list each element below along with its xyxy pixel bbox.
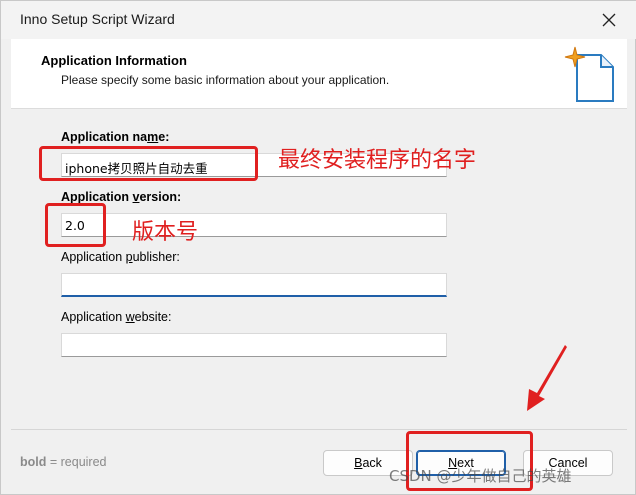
name-annotation-box [39,146,258,181]
version-annotation-box [45,203,106,247]
application-website-label: Application website: [61,310,172,324]
application-publisher-input[interactable] [61,273,447,297]
name-annotation-text: 最终安装程序的名字 [278,148,477,173]
application-website-input[interactable] [61,333,447,357]
version-annotation-text: 版本号 [132,220,199,245]
page-subtitle: Please specify some basic information ab… [61,73,390,87]
application-publisher-label: Application publisher: [61,250,180,264]
application-name-label: Application name: [61,130,170,144]
window-title: Inno Setup Script Wizard [20,11,175,27]
application-version-label: Application version: [61,190,182,204]
title-bar: Inno Setup Script Wizard [1,1,636,39]
required-hint: bold = required [20,455,107,469]
page-title: Application Information [41,53,187,68]
close-icon [602,13,616,27]
annotation-arrow-icon [527,345,567,411]
wizard-document-icon [564,46,614,102]
application-version-input[interactable]: 2.0 [61,213,447,237]
watermark: CSDN @少年做自己的英雄 [389,467,572,485]
close-button[interactable] [591,5,627,35]
wizard-header: Application Information Please specify s… [11,39,627,109]
wizard-window: Inno Setup Script Wizard Application Inf… [0,0,636,495]
